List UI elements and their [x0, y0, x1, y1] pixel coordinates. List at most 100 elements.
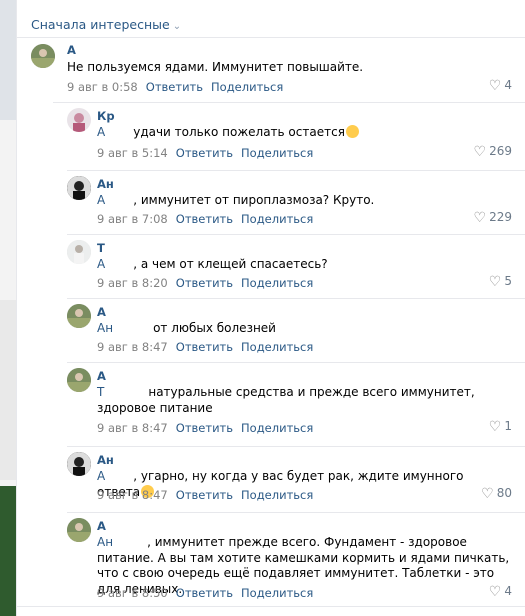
comment-reply: А Ан, иммунитет прежде всего. Фундамент … — [17, 516, 525, 612]
share-button[interactable]: Поделиться — [241, 146, 313, 160]
share-button[interactable]: Поделиться — [241, 212, 313, 226]
like-count: 1 — [504, 419, 512, 433]
comment-date[interactable]: 9 авг в 0:58 — [67, 80, 138, 94]
reply-to-link[interactable]: А — [97, 469, 105, 483]
comment-date[interactable]: 9 авг в 8:47 — [97, 340, 168, 354]
comment-meta: 9 авг в 8:47 Ответить Поделиться — [97, 340, 313, 354]
like-button[interactable]: ♡ 1 — [489, 419, 512, 435]
avatar[interactable] — [31, 44, 55, 68]
comment-author[interactable]: Ан — [97, 177, 114, 191]
comment-meta: 9 авг в 7:08 Ответить Поделиться — [97, 212, 313, 226]
share-button[interactable]: Поделиться — [241, 421, 313, 435]
sort-dropdown[interactable]: Сначала интересные ⌄ — [31, 17, 181, 32]
background-block — [0, 0, 16, 120]
avatar[interactable] — [67, 240, 91, 264]
comment-author[interactable]: А — [67, 43, 76, 57]
avatar[interactable] — [67, 304, 91, 328]
comment-reply: Т А , а чем от клещей спасаетесь? 9 авг в… — [17, 238, 525, 298]
like-count: 269 — [489, 144, 512, 158]
avatar-image — [67, 518, 91, 542]
comment-text: Аудачи только пожелать остается — [97, 125, 507, 141]
comment-author[interactable]: Ан — [97, 453, 114, 467]
reply-to-link[interactable]: А — [97, 193, 105, 207]
heart-icon: ♡ — [488, 274, 502, 290]
comment-meta: 9 авг в 8:47 Ответить Поделиться — [97, 488, 313, 502]
comment-reply: А Ан от любых болезней 9 авг в 8:47 Ответи… — [17, 302, 525, 362]
comment-body: удачи только пожелать остается — [133, 125, 345, 139]
comment-author[interactable]: А — [97, 369, 106, 383]
share-button[interactable]: Поделиться — [241, 340, 313, 354]
share-button[interactable]: Поделиться — [241, 276, 313, 290]
reply-button[interactable]: Ответить — [176, 586, 233, 600]
background-strip — [0, 0, 16, 616]
avatar[interactable] — [67, 368, 91, 392]
comment-date[interactable]: 9 авг в 8:47 — [97, 488, 168, 502]
like-count: 5 — [504, 274, 512, 288]
comment-text: А , а чем от клещей спасаетесь? — [97, 257, 507, 273]
share-button[interactable]: Поделиться — [241, 488, 313, 502]
heart-icon: ♡ — [481, 486, 494, 502]
reply-button[interactable]: Ответить — [176, 340, 233, 354]
share-button[interactable]: Поделиться — [211, 80, 283, 94]
divider — [67, 446, 525, 447]
like-button[interactable]: ♡ 229 — [474, 210, 512, 226]
heart-icon: ♡ — [473, 144, 487, 160]
comment-meta: 9 авг в 8:50 Ответить Поделиться — [97, 586, 313, 600]
avatar-image — [67, 452, 91, 476]
divider — [53, 102, 525, 103]
comment-body: от любых болезней — [153, 321, 276, 335]
reply-button[interactable]: Ответить — [176, 488, 233, 502]
comment-reply: Ан А, угарно, ну когда у вас будет рак, … — [17, 450, 525, 510]
rofl-emoji-icon — [345, 125, 359, 138]
like-button[interactable]: ♡ 80 — [481, 486, 512, 502]
avatar-image — [67, 108, 91, 132]
comment-body: , иммунитет от пироплазмоза? Круто. — [133, 193, 375, 207]
background-block — [0, 300, 16, 480]
reply-button[interactable]: Ответить — [176, 146, 233, 160]
reply-button[interactable]: Ответить — [176, 276, 233, 290]
comment-meta: 9 авг в 8:47 Ответить Поделиться — [97, 421, 313, 435]
avatar[interactable] — [67, 518, 91, 542]
comment-author[interactable]: А — [97, 519, 106, 533]
like-count: 229 — [489, 210, 512, 224]
background-block — [0, 486, 16, 616]
comment-author[interactable]: А — [97, 305, 106, 319]
comment-author[interactable]: Кр — [97, 109, 115, 123]
reply-button[interactable]: Ответить — [176, 212, 233, 226]
avatar-image — [67, 304, 91, 328]
share-button[interactable]: Поделиться — [241, 586, 313, 600]
comment-date[interactable]: 9 авг в 8:20 — [97, 276, 168, 290]
like-button[interactable]: ♡ 5 — [489, 274, 512, 290]
comment-text: Тнатуральные средства и прежде всего имм… — [97, 385, 507, 416]
heart-icon: ♡ — [488, 584, 502, 600]
reply-to-link[interactable]: А — [97, 125, 105, 139]
chevron-down-icon: ⌄ — [172, 21, 182, 32]
comment-author[interactable]: Т — [97, 241, 105, 255]
reply-button[interactable]: Ответить — [176, 421, 233, 435]
comment-date[interactable]: 9 авг в 8:50 — [97, 586, 168, 600]
divider — [67, 362, 525, 363]
like-button[interactable]: ♡ 4 — [489, 584, 512, 600]
reply-to-link[interactable]: Ан — [97, 535, 113, 549]
reply-to-link[interactable]: А — [97, 257, 105, 271]
comment-text: Не пользуемся ядами. Иммунитет повышайте… — [67, 60, 487, 76]
avatar[interactable] — [67, 176, 91, 200]
reply-to-link[interactable]: Ан — [97, 321, 113, 335]
reply-to-link[interactable]: Т — [97, 385, 104, 399]
avatar-image — [67, 240, 91, 264]
avatar[interactable] — [67, 108, 91, 132]
avatar[interactable] — [67, 452, 91, 476]
like-button[interactable]: ♡ 4 — [489, 78, 512, 94]
comment-meta: 9 авг в 0:58 Ответить Поделиться — [67, 80, 283, 94]
comment-date[interactable]: 9 авг в 7:08 — [97, 212, 168, 226]
comment-reply: А Тнатуральные средства и прежде всего и… — [17, 366, 525, 442]
avatar-image — [67, 368, 91, 392]
comment: А Не пользуемся ядами. Иммунитет повышай… — [17, 40, 525, 100]
comment-date[interactable]: 9 авг в 8:47 — [97, 421, 168, 435]
reply-button[interactable]: Ответить — [146, 80, 203, 94]
comment-body: Не пользуемся ядами. Иммунитет повышайте… — [67, 60, 364, 74]
like-button[interactable]: ♡ 269 — [474, 144, 512, 160]
comment-text: А , иммунитет от пироплазмоза? Круто. — [97, 193, 507, 209]
heart-icon: ♡ — [488, 78, 502, 94]
comment-date[interactable]: 9 авг в 5:14 — [97, 146, 168, 160]
